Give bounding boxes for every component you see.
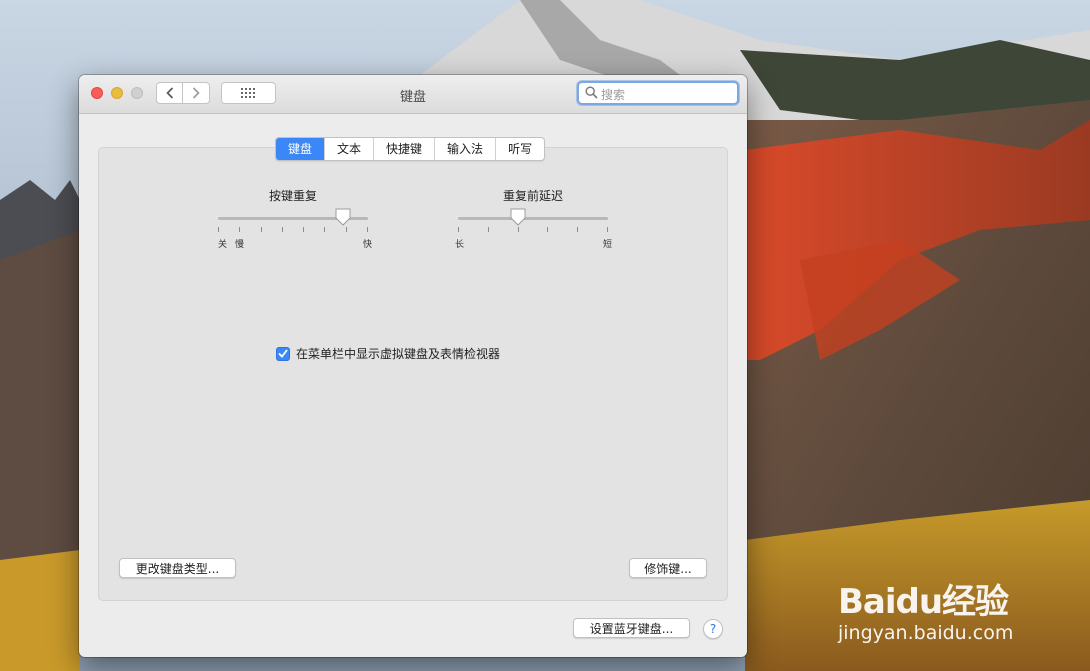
slider-tick: [367, 227, 368, 232]
delay-until-repeat-title: 重复前延迟: [502, 189, 563, 203]
key-repeat-slow-label: 慢: [235, 240, 245, 250]
slider-tick: [345, 227, 347, 232]
show-keyboard-viewer-checkbox[interactable]: [276, 346, 290, 361]
slider-tick: [487, 227, 489, 232]
set-up-bluetooth-keyboard-button[interactable]: 设置蓝牙键盘...: [573, 618, 690, 638]
delay-until-repeat-knob[interactable]: [510, 208, 526, 226]
slider-tick: [281, 227, 283, 232]
checkmark-icon: [278, 349, 288, 358]
tab-text[interactable]: 文本: [324, 138, 373, 160]
slider-tick: [239, 227, 241, 232]
slider-tick: [260, 227, 262, 232]
search-icon: [585, 86, 598, 99]
delay-long-label: 长: [455, 240, 465, 250]
preference-tabs: 键盘 文本 快捷键 输入法 听写: [275, 137, 546, 161]
watermark-brand: Baidu经验: [838, 582, 1009, 622]
slider-tick: [577, 227, 579, 232]
delay-until-repeat-track[interactable]: [458, 217, 608, 220]
title-bar: 键盘 搜索: [79, 75, 747, 114]
tab-keyboard[interactable]: 键盘: [276, 138, 325, 160]
slider-tick: [303, 227, 305, 232]
slider-tick: [517, 227, 519, 232]
change-keyboard-type-button[interactable]: 更改键盘类型...: [119, 558, 236, 578]
delay-short-label: 短: [602, 240, 612, 250]
tab-shortcuts[interactable]: 快捷键: [373, 138, 434, 160]
key-repeat-slider-group: 按键重复 关 慢 快: [218, 187, 372, 250]
slider-tick: [607, 227, 608, 232]
slider-tick: [547, 227, 549, 232]
show-keyboard-viewer-label: 在菜单栏中显示虚拟键盘及表情检视器: [296, 347, 501, 361]
help-button[interactable]: ?: [703, 619, 723, 639]
key-repeat-fast-label: 快: [362, 240, 372, 250]
show-keyboard-viewer-option[interactable]: 在菜单栏中显示虚拟键盘及表情检视器: [276, 345, 500, 362]
key-repeat-knob[interactable]: [335, 208, 351, 226]
key-repeat-title: 按键重复: [268, 189, 317, 203]
search-field[interactable]: 搜索: [577, 81, 739, 105]
slider-tick: [218, 227, 219, 232]
key-repeat-off-label: 关: [218, 240, 228, 250]
tab-input-sources[interactable]: 输入法: [434, 138, 495, 160]
keyboard-preferences-window: 键盘 搜索 按键重复 关 慢 快 重复前延迟 长 短 在菜单栏中显示虚拟键盘及表…: [79, 75, 747, 657]
delay-until-repeat-slider-group: 重复前延迟 长 短: [455, 187, 612, 250]
watermark-url: jingyan.baidu.com: [838, 622, 1014, 644]
delay-until-repeat-ticks: [458, 227, 608, 233]
modifier-keys-button[interactable]: 修饰键...: [629, 558, 707, 578]
slider-tick: [324, 227, 326, 232]
tab-dictation[interactable]: 听写: [495, 138, 544, 160]
slider-tick: [458, 227, 459, 232]
key-repeat-ticks: [218, 227, 368, 233]
search-placeholder: 搜索: [601, 88, 626, 102]
content-panel: 按键重复 关 慢 快 重复前延迟 长 短 在菜单栏中显示虚拟键盘及表情检视器 更…: [98, 147, 728, 601]
